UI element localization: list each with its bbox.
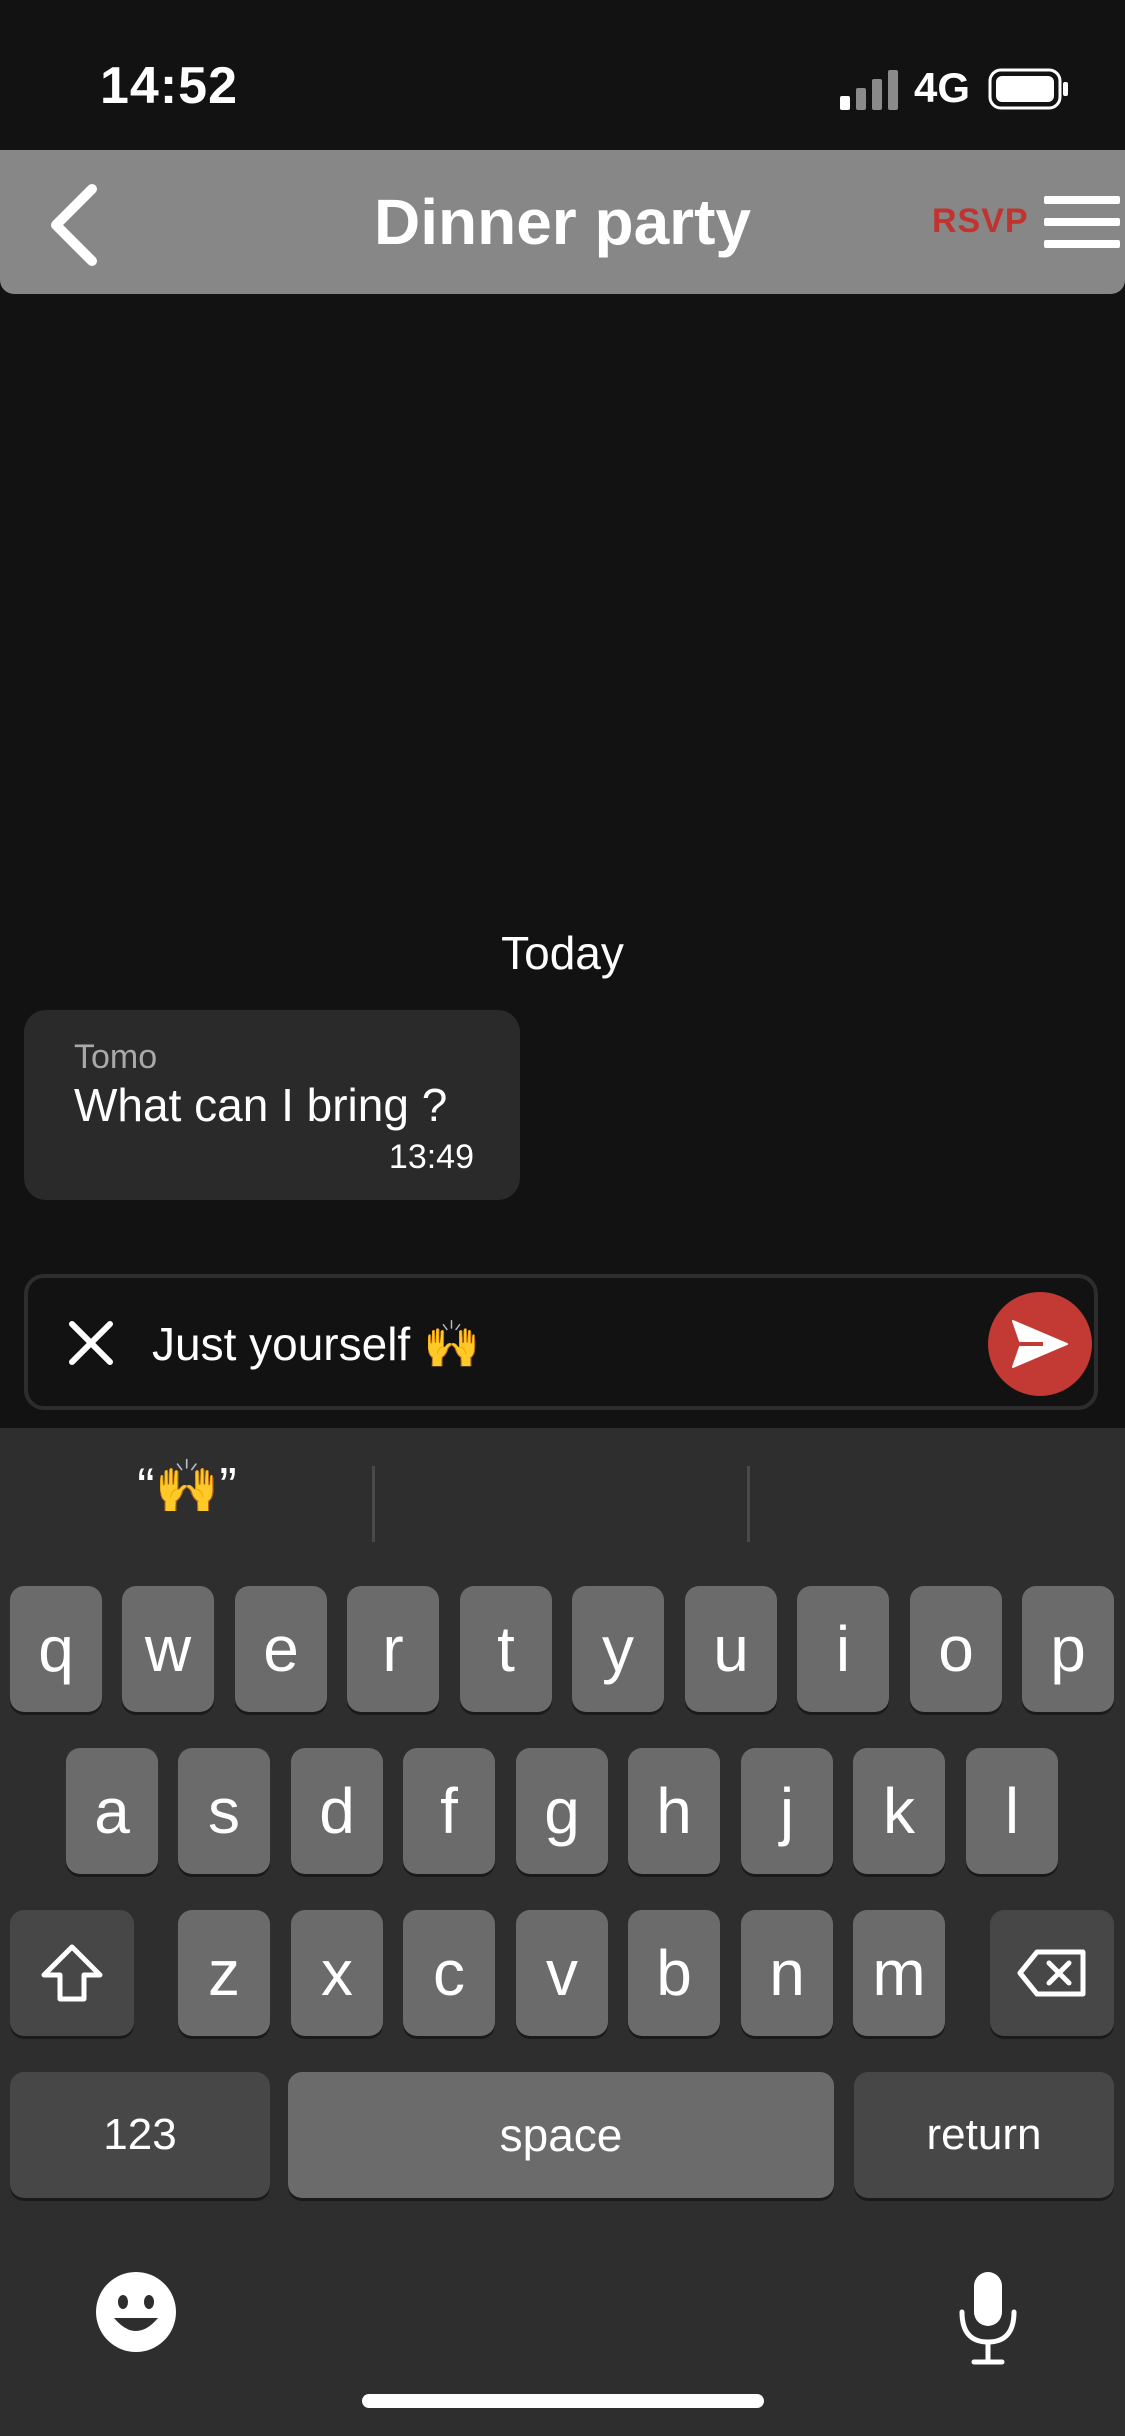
home-indicator — [362, 2394, 764, 2408]
key-u[interactable]: u — [685, 1586, 777, 1712]
predictive-bar: “🙌” — [0, 1428, 1125, 1544]
key-e[interactable]: e — [235, 1586, 327, 1712]
chat-header: Dinner party RSVP — [0, 150, 1125, 294]
back-chevron-icon — [51, 184, 97, 266]
key-x[interactable]: x — [291, 1910, 383, 2036]
shift-icon — [41, 1944, 103, 2002]
key-g[interactable]: g — [516, 1748, 608, 1874]
key-w[interactable]: w — [122, 1586, 214, 1712]
key-n[interactable]: n — [741, 1910, 833, 2036]
key-q[interactable]: q — [10, 1586, 102, 1712]
message-input[interactable] — [152, 1306, 982, 1382]
prediction-suggestion[interactable] — [375, 1428, 749, 1544]
key-v[interactable]: v — [516, 1910, 608, 2036]
message-timestamp: 13:49 — [388, 1138, 474, 1176]
key-j[interactable]: j — [741, 1748, 833, 1874]
key-c[interactable]: c — [403, 1910, 495, 2036]
message-sender: Tomo — [74, 1038, 158, 1076]
key-f[interactable]: f — [403, 1748, 495, 1874]
key-r[interactable]: r — [347, 1586, 439, 1712]
microphone-icon[interactable] — [950, 2268, 1026, 2368]
backspace-key[interactable] — [990, 1910, 1114, 2036]
date-divider: Today — [501, 927, 624, 979]
key-i[interactable]: i — [797, 1586, 889, 1712]
prediction-suggestion[interactable] — [750, 1428, 1124, 1544]
key-s[interactable]: s — [178, 1748, 270, 1874]
send-arrow-icon — [1012, 1320, 1068, 1368]
signal-icon — [840, 70, 898, 110]
back-button[interactable] — [34, 180, 114, 270]
return-key[interactable]: return — [854, 2072, 1114, 2198]
status-time: 14:52 — [100, 57, 238, 115]
key-b[interactable]: b — [628, 1910, 720, 2036]
backspace-icon — [1017, 1949, 1086, 1997]
key-t[interactable]: t — [460, 1586, 552, 1712]
key-l[interactable]: l — [966, 1748, 1058, 1874]
key-m[interactable]: m — [853, 1910, 945, 2036]
key-p[interactable]: p — [1022, 1586, 1114, 1712]
key-h[interactable]: h — [628, 1748, 720, 1874]
network-label: 4G — [914, 64, 971, 111]
key-z[interactable]: z — [178, 1910, 270, 2036]
emoji-icon[interactable] — [92, 2268, 180, 2356]
space-key[interactable]: space — [288, 2072, 834, 2198]
clear-x-icon[interactable] — [64, 1316, 118, 1370]
key-d[interactable]: d — [291, 1748, 383, 1874]
numbers-key[interactable]: 123 — [10, 2072, 270, 2198]
key-a[interactable]: a — [66, 1748, 158, 1874]
key-o[interactable]: o — [910, 1586, 1002, 1712]
battery-icon — [988, 68, 1068, 110]
send-button[interactable] — [988, 1292, 1092, 1396]
shift-key[interactable] — [10, 1910, 134, 2036]
message-composer — [24, 1274, 1098, 1410]
rsvp-button[interactable]: RSVP — [932, 202, 1029, 241]
message-text: What can I bring ? — [74, 1079, 448, 1131]
message-bubble[interactable]: Tomo What can I bring ? 13:49 — [24, 1010, 520, 1200]
key-y[interactable]: y — [572, 1586, 664, 1712]
key-k[interactable]: k — [853, 1748, 945, 1874]
prediction-suggestion[interactable]: “🙌” — [0, 1428, 374, 1544]
hamburger-menu-icon[interactable] — [1044, 196, 1120, 250]
